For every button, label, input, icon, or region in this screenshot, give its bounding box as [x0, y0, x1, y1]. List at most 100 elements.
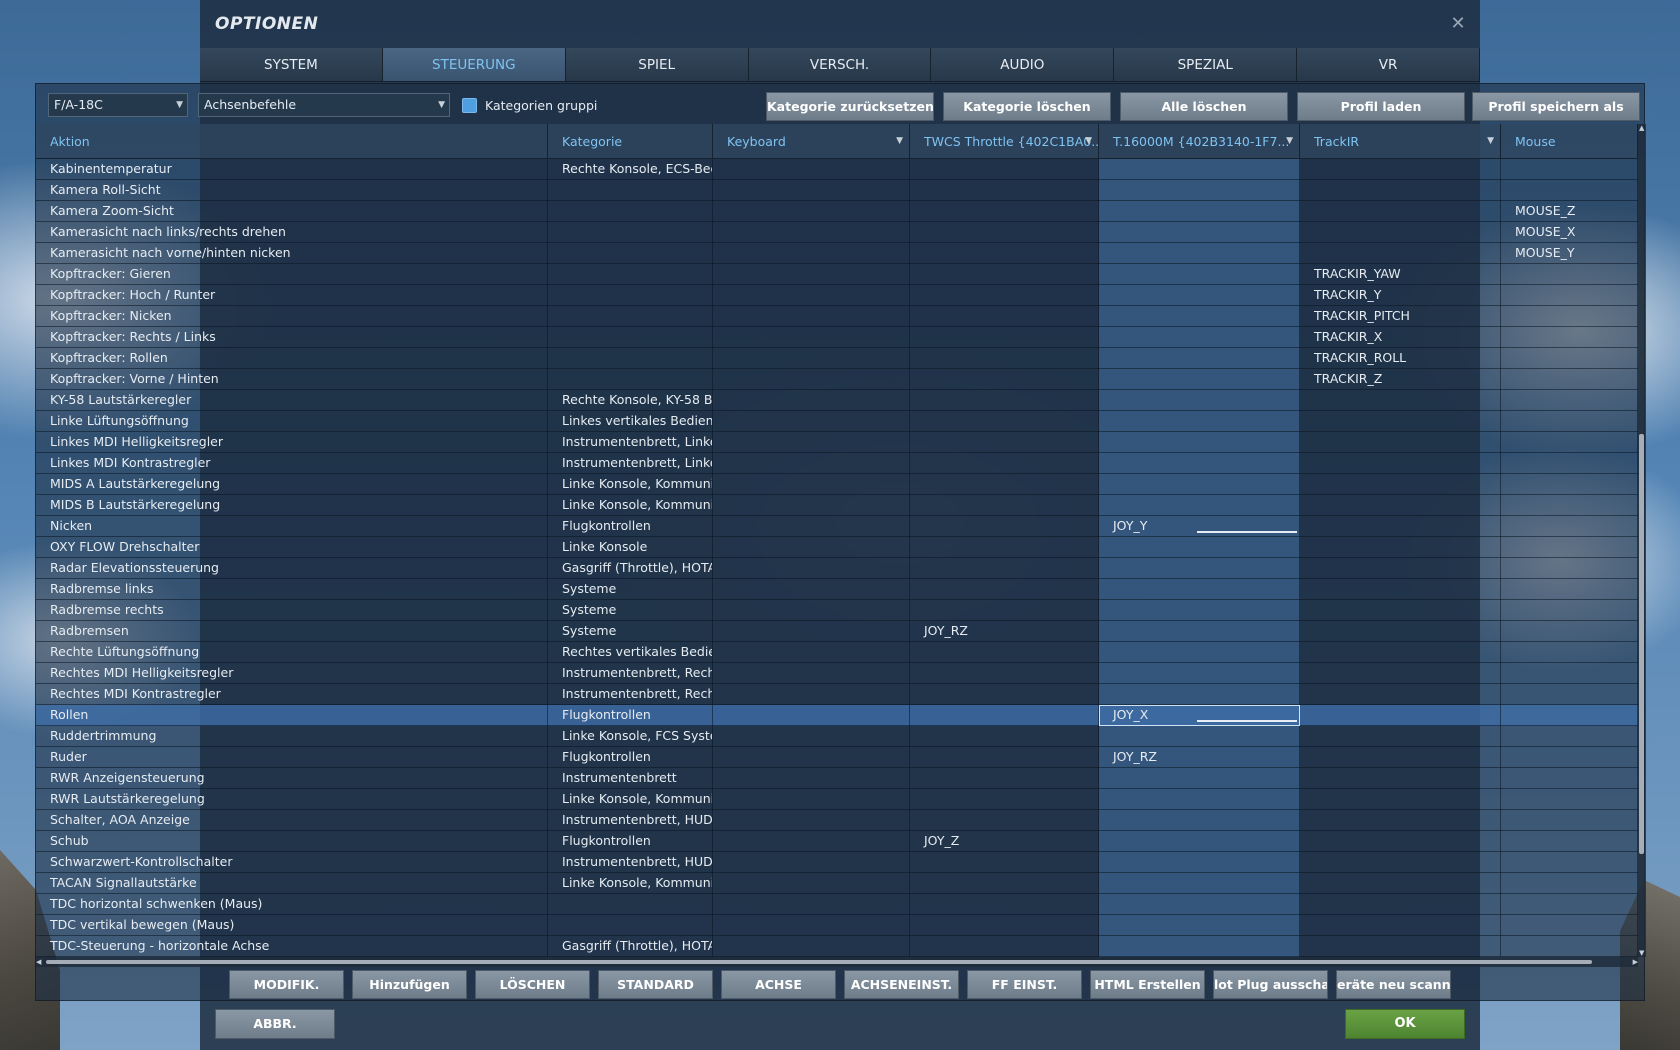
- cell-mouse[interactable]: [1501, 558, 1638, 579]
- cell-t16000m[interactable]: [1099, 306, 1300, 327]
- table-row[interactable]: OXY FLOW Drehschalter Linke Konsole: [36, 537, 1638, 558]
- cell-keyboard[interactable]: [713, 159, 910, 180]
- cell-keyboard[interactable]: [713, 180, 910, 201]
- cell-t16000m[interactable]: [1099, 663, 1300, 684]
- cell-keyboard[interactable]: [713, 579, 910, 600]
- cell-twcs-throttle[interactable]: [910, 642, 1099, 663]
- cell-mouse[interactable]: [1501, 159, 1638, 180]
- group-categories-checkbox[interactable]: [462, 97, 477, 113]
- default-button[interactable]: STANDARD: [598, 970, 713, 999]
- cell-twcs-throttle[interactable]: [910, 453, 1099, 474]
- rescan-devices-button[interactable]: eräte neu scanne: [1336, 970, 1451, 999]
- axis-tune-button[interactable]: ACHSENEINST.: [844, 970, 959, 999]
- cell-t16000m[interactable]: [1099, 369, 1300, 390]
- table-row[interactable]: Radbremse rechts Systeme: [36, 600, 1638, 621]
- cancel-button[interactable]: ABBR.: [215, 1009, 335, 1039]
- cell-trackir[interactable]: [1300, 726, 1501, 747]
- table-row[interactable]: Kabinentemperatur Rechte Konsole, ECS-Bed…: [36, 159, 1638, 180]
- clear-all-button[interactable]: Alle löschen: [1120, 92, 1288, 121]
- cell-trackir[interactable]: [1300, 810, 1501, 831]
- cell-twcs-throttle[interactable]: JOY_Z: [910, 831, 1099, 852]
- cell-keyboard[interactable]: [713, 327, 910, 348]
- cell-twcs-throttle[interactable]: [910, 411, 1099, 432]
- table-row[interactable]: MIDS B Lautstärkeregelung Linke Konsole, …: [36, 495, 1638, 516]
- disable-hot-plug-button[interactable]: lot Plug ausschalte: [1213, 970, 1328, 999]
- cell-twcs-throttle[interactable]: [910, 915, 1099, 936]
- cell-trackir[interactable]: TRACKIR_ROLL: [1300, 348, 1501, 369]
- horizontal-scrollbar[interactable]: ◀ ▶: [36, 957, 1638, 967]
- modify-button[interactable]: MODIFIK.: [229, 970, 344, 999]
- ff-tune-button[interactable]: FF EINST.: [967, 970, 1082, 999]
- cell-twcs-throttle[interactable]: [910, 243, 1099, 264]
- group-categories-toggle[interactable]: Kategorien gruppi: [462, 96, 597, 114]
- cell-mouse[interactable]: [1501, 369, 1638, 390]
- vertical-scrollbar[interactable]: ▲ ▼: [1638, 124, 1646, 957]
- cell-t16000m[interactable]: [1099, 726, 1300, 747]
- cell-keyboard[interactable]: [713, 264, 910, 285]
- table-row[interactable]: Linkes MDI Helligkeitsregler Instrumenten…: [36, 432, 1638, 453]
- cell-mouse[interactable]: [1501, 432, 1638, 453]
- column-header-twcs-throttle[interactable]: TWCS Throttle {402C1BA0... ▼: [910, 124, 1099, 159]
- cell-t16000m[interactable]: [1099, 768, 1300, 789]
- scroll-up-icon[interactable]: ▲: [1639, 124, 1644, 132]
- cell-trackir[interactable]: [1300, 159, 1501, 180]
- table-row[interactable]: Kopftracker: Hoch / Runter TRACKIR_Y: [36, 285, 1638, 306]
- cell-t16000m[interactable]: [1099, 453, 1300, 474]
- cell-twcs-throttle[interactable]: [910, 159, 1099, 180]
- cell-mouse[interactable]: [1501, 285, 1638, 306]
- tab-audio[interactable]: AUDIO: [931, 48, 1115, 81]
- cell-mouse[interactable]: [1501, 936, 1638, 957]
- table-row[interactable]: RWR Lautstärkeregelung Linke Konsole, Kom…: [36, 789, 1638, 810]
- cell-twcs-throttle[interactable]: [910, 537, 1099, 558]
- table-row[interactable]: Ruddertrimmung Linke Konsole, FCS Syster: [36, 726, 1638, 747]
- tab-steuerung[interactable]: STEUERUNG: [382, 48, 566, 81]
- table-row[interactable]: Kopftracker: Rollen TRACKIR_ROLL: [36, 348, 1638, 369]
- cell-keyboard[interactable]: [713, 600, 910, 621]
- cell-keyboard[interactable]: [713, 768, 910, 789]
- cell-trackir[interactable]: [1300, 558, 1501, 579]
- table-row[interactable]: Kamerasicht nach links/rechts drehen MOUS…: [36, 222, 1638, 243]
- cell-mouse[interactable]: [1501, 789, 1638, 810]
- cell-t16000m[interactable]: JOY_X: [1099, 705, 1300, 726]
- cell-mouse[interactable]: [1501, 390, 1638, 411]
- close-icon[interactable]: ✕: [1448, 14, 1468, 34]
- cell-trackir[interactable]: [1300, 789, 1501, 810]
- cell-mouse[interactable]: [1501, 579, 1638, 600]
- cell-trackir[interactable]: [1300, 873, 1501, 894]
- cell-twcs-throttle[interactable]: [910, 705, 1099, 726]
- cell-trackir[interactable]: TRACKIR_Z: [1300, 369, 1501, 390]
- cell-twcs-throttle[interactable]: [910, 873, 1099, 894]
- cell-t16000m[interactable]: [1099, 411, 1300, 432]
- cell-twcs-throttle[interactable]: [910, 369, 1099, 390]
- cell-twcs-throttle[interactable]: [910, 222, 1099, 243]
- clear-category-button[interactable]: Kategorie löschen: [943, 92, 1111, 121]
- cell-t16000m[interactable]: JOY_RZ: [1099, 747, 1300, 768]
- cell-trackir[interactable]: [1300, 768, 1501, 789]
- column-header-t16000m[interactable]: T.16000M {402B3140-1F7... ▼: [1099, 124, 1300, 159]
- table-row[interactable]: TDC vertikal bewegen (Maus): [36, 915, 1638, 936]
- table-row[interactable]: Kamera Roll-Sicht: [36, 180, 1638, 201]
- cell-twcs-throttle[interactable]: [910, 558, 1099, 579]
- cell-trackir[interactable]: [1300, 390, 1501, 411]
- table-row[interactable]: Kamerasicht nach vorne/hinten nicken MOUS…: [36, 243, 1638, 264]
- cell-twcs-throttle[interactable]: [910, 201, 1099, 222]
- cell-mouse[interactable]: [1501, 726, 1638, 747]
- table-row[interactable]: MIDS A Lautstärkeregelung Linke Konsole, …: [36, 474, 1638, 495]
- cell-twcs-throttle[interactable]: [910, 747, 1099, 768]
- cell-twcs-throttle[interactable]: [910, 768, 1099, 789]
- cell-keyboard[interactable]: [713, 243, 910, 264]
- cell-t16000m[interactable]: [1099, 831, 1300, 852]
- cell-mouse[interactable]: [1501, 495, 1638, 516]
- cell-mouse[interactable]: [1501, 873, 1638, 894]
- cell-trackir[interactable]: [1300, 936, 1501, 957]
- table-row[interactable]: Linke Lüftungsöffnung Linkes vertikales B…: [36, 411, 1638, 432]
- reset-category-button[interactable]: Kategorie zurücksetzen: [766, 92, 934, 121]
- cell-trackir[interactable]: [1300, 915, 1501, 936]
- cell-trackir[interactable]: [1300, 705, 1501, 726]
- cell-t16000m[interactable]: [1099, 159, 1300, 180]
- cell-keyboard[interactable]: [713, 684, 910, 705]
- horizontal-scroll-thumb[interactable]: [46, 960, 1592, 964]
- cell-twcs-throttle[interactable]: [910, 516, 1099, 537]
- cell-mouse[interactable]: [1501, 852, 1638, 873]
- cell-trackir[interactable]: [1300, 684, 1501, 705]
